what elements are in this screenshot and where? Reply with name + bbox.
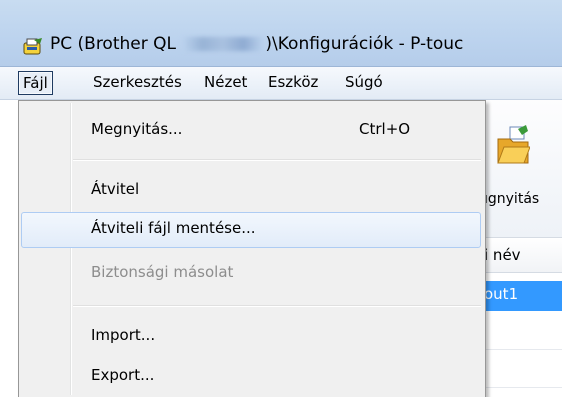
menu-separator <box>73 159 481 161</box>
menu-item-save-transfer-file[interactable]: Átviteli fájl mentése... <box>21 212 481 248</box>
menu-edit[interactable]: Szerkesztés <box>89 71 186 93</box>
row-divider <box>484 349 562 350</box>
menu-separator <box>73 305 481 307</box>
title-bar: PC (Brother QL )\Konfigurációk - P-touc <box>0 0 562 67</box>
redacted-model-name <box>182 37 265 51</box>
menu-view[interactable]: Nézet <box>200 71 251 93</box>
menu-tools[interactable]: Eszköz <box>264 71 322 93</box>
p-touch-app-icon <box>23 38 42 55</box>
menu-item-open[interactable]: Megnyitás... Ctrl+O <box>21 113 481 147</box>
shortcut-open: Ctrl+O <box>359 120 411 138</box>
menu-file[interactable]: Fájl <box>18 71 53 95</box>
toolbar <box>484 100 562 237</box>
row-divider <box>484 387 562 388</box>
menu-item-transfer[interactable]: Átvitel <box>21 173 481 207</box>
menu-bar: Fájl Szerkesztés Nézet Eszköz Súgó <box>0 67 562 100</box>
menu-help[interactable]: Súgó <box>341 71 387 93</box>
menu-item-import[interactable]: Import... <box>21 319 481 353</box>
menu-item-export[interactable]: Export... <box>21 359 481 393</box>
window-title: PC (Brother QL )\Konfigurációk - P-touc <box>50 34 464 54</box>
file-menu-dropdown: Megnyitás... Ctrl+O Átvitel Átviteli fáj… <box>18 100 486 397</box>
open-button-label[interactable]: ıgnyitás <box>484 191 539 207</box>
menu-item-backup: Biztonsági másolat <box>91 263 234 281</box>
open-folder-icon[interactable] <box>496 125 530 165</box>
column-header-name[interactable]: i név <box>484 237 562 273</box>
table-row-selected[interactable]: out1 <box>484 281 562 311</box>
